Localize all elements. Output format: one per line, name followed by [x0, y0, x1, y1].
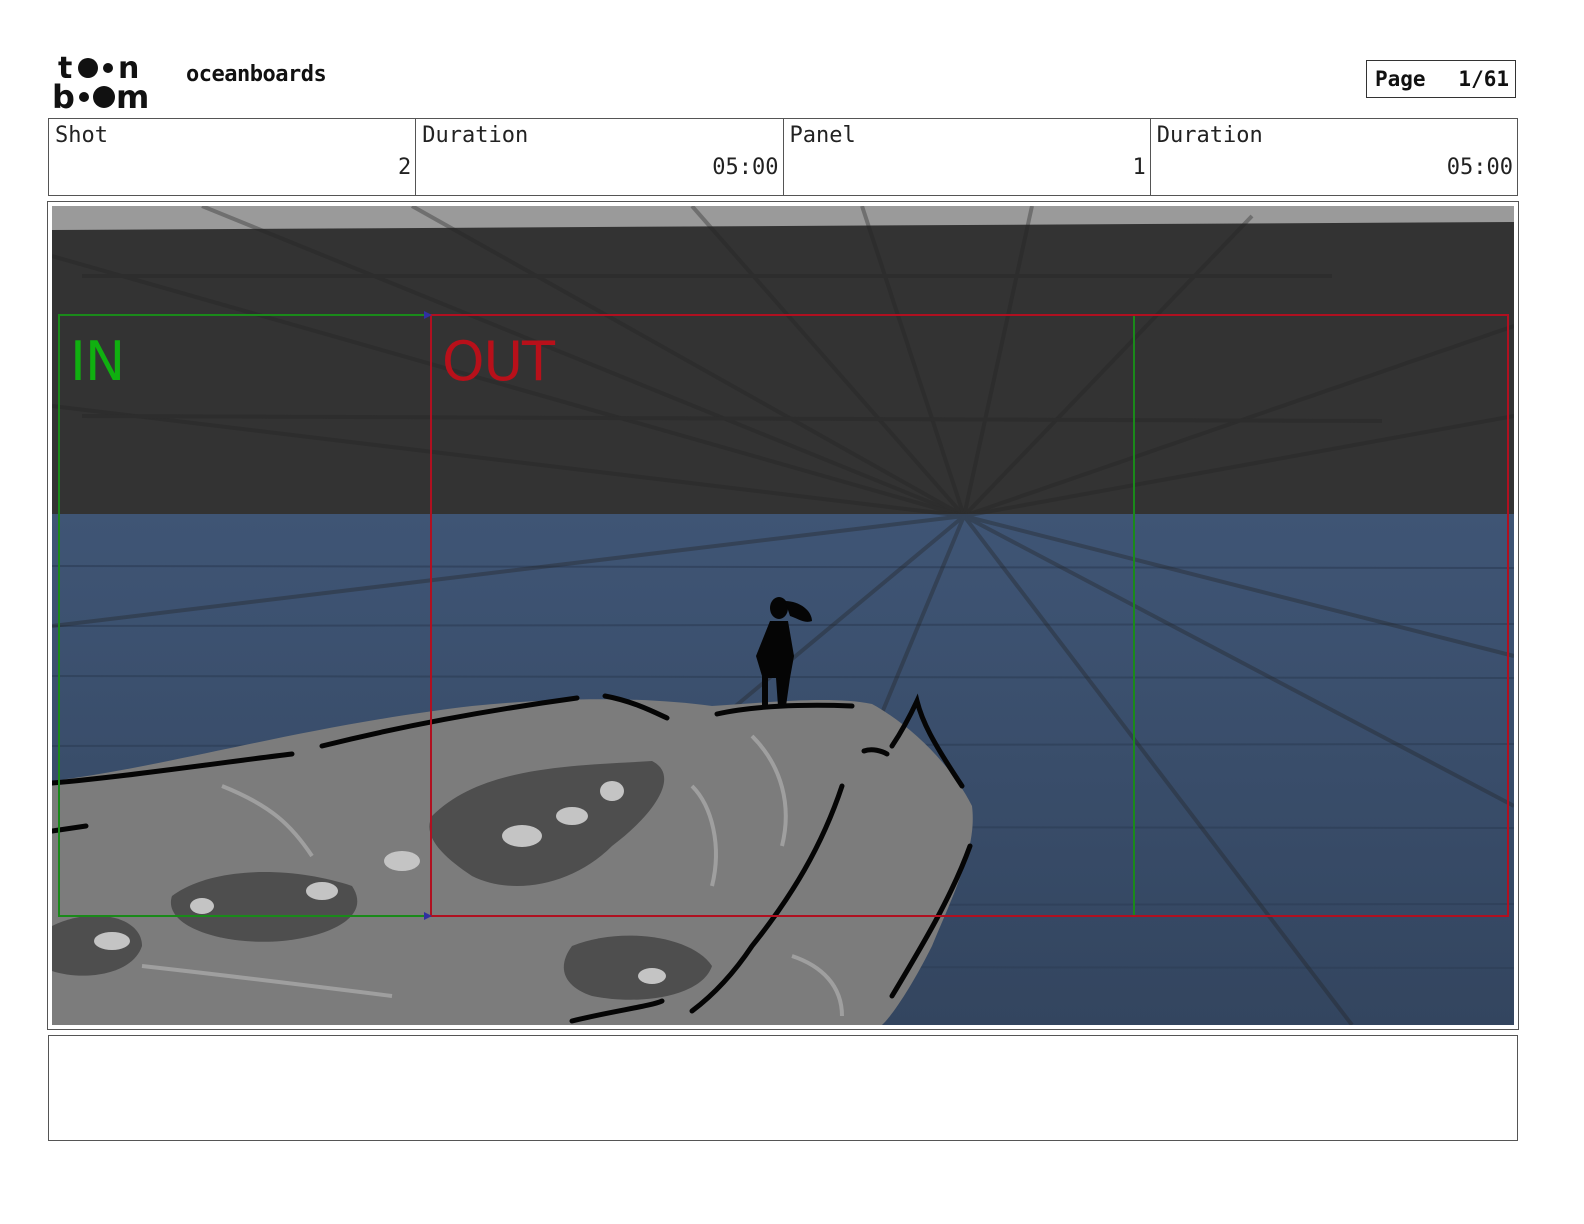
- panel-duration-value: 05:00: [1446, 155, 1513, 180]
- svg-text:m: m: [116, 78, 149, 112]
- shot-duration-value: 05:00: [712, 155, 779, 180]
- in-frame-label: IN: [70, 330, 125, 393]
- panel-duration-cell: Duration 05:00: [1151, 119, 1517, 195]
- panel-notes-box[interactable]: [48, 1035, 1518, 1141]
- panel-cell: Panel 1: [784, 119, 1151, 195]
- sky: [52, 222, 1514, 518]
- shot-label: Shot: [55, 123, 108, 148]
- project-title: oceanboards: [186, 62, 327, 87]
- panel-duration-label: Duration: [1156, 123, 1263, 148]
- page-number: 1/61: [1458, 67, 1509, 91]
- toonboom-logo: t n b m: [52, 51, 164, 116]
- page-indicator: Page 1/61: [1366, 60, 1516, 98]
- out-frame-label: OUT: [442, 330, 555, 393]
- storyboard-panel-image[interactable]: [52, 206, 1514, 1025]
- shot-cell: Shot 2: [49, 119, 417, 195]
- shot-duration-label: Duration: [422, 123, 529, 148]
- shot-info-row: Shot 2 Duration 05:00 Panel 1 Duration 0…: [48, 118, 1518, 196]
- shot-value: 2: [398, 155, 412, 180]
- page-label: Page: [1375, 67, 1426, 91]
- shot-duration-cell: Duration 05:00: [416, 119, 784, 195]
- svg-text:b: b: [52, 78, 75, 112]
- panel-value: 1: [1132, 155, 1146, 180]
- panel-label: Panel: [789, 123, 856, 148]
